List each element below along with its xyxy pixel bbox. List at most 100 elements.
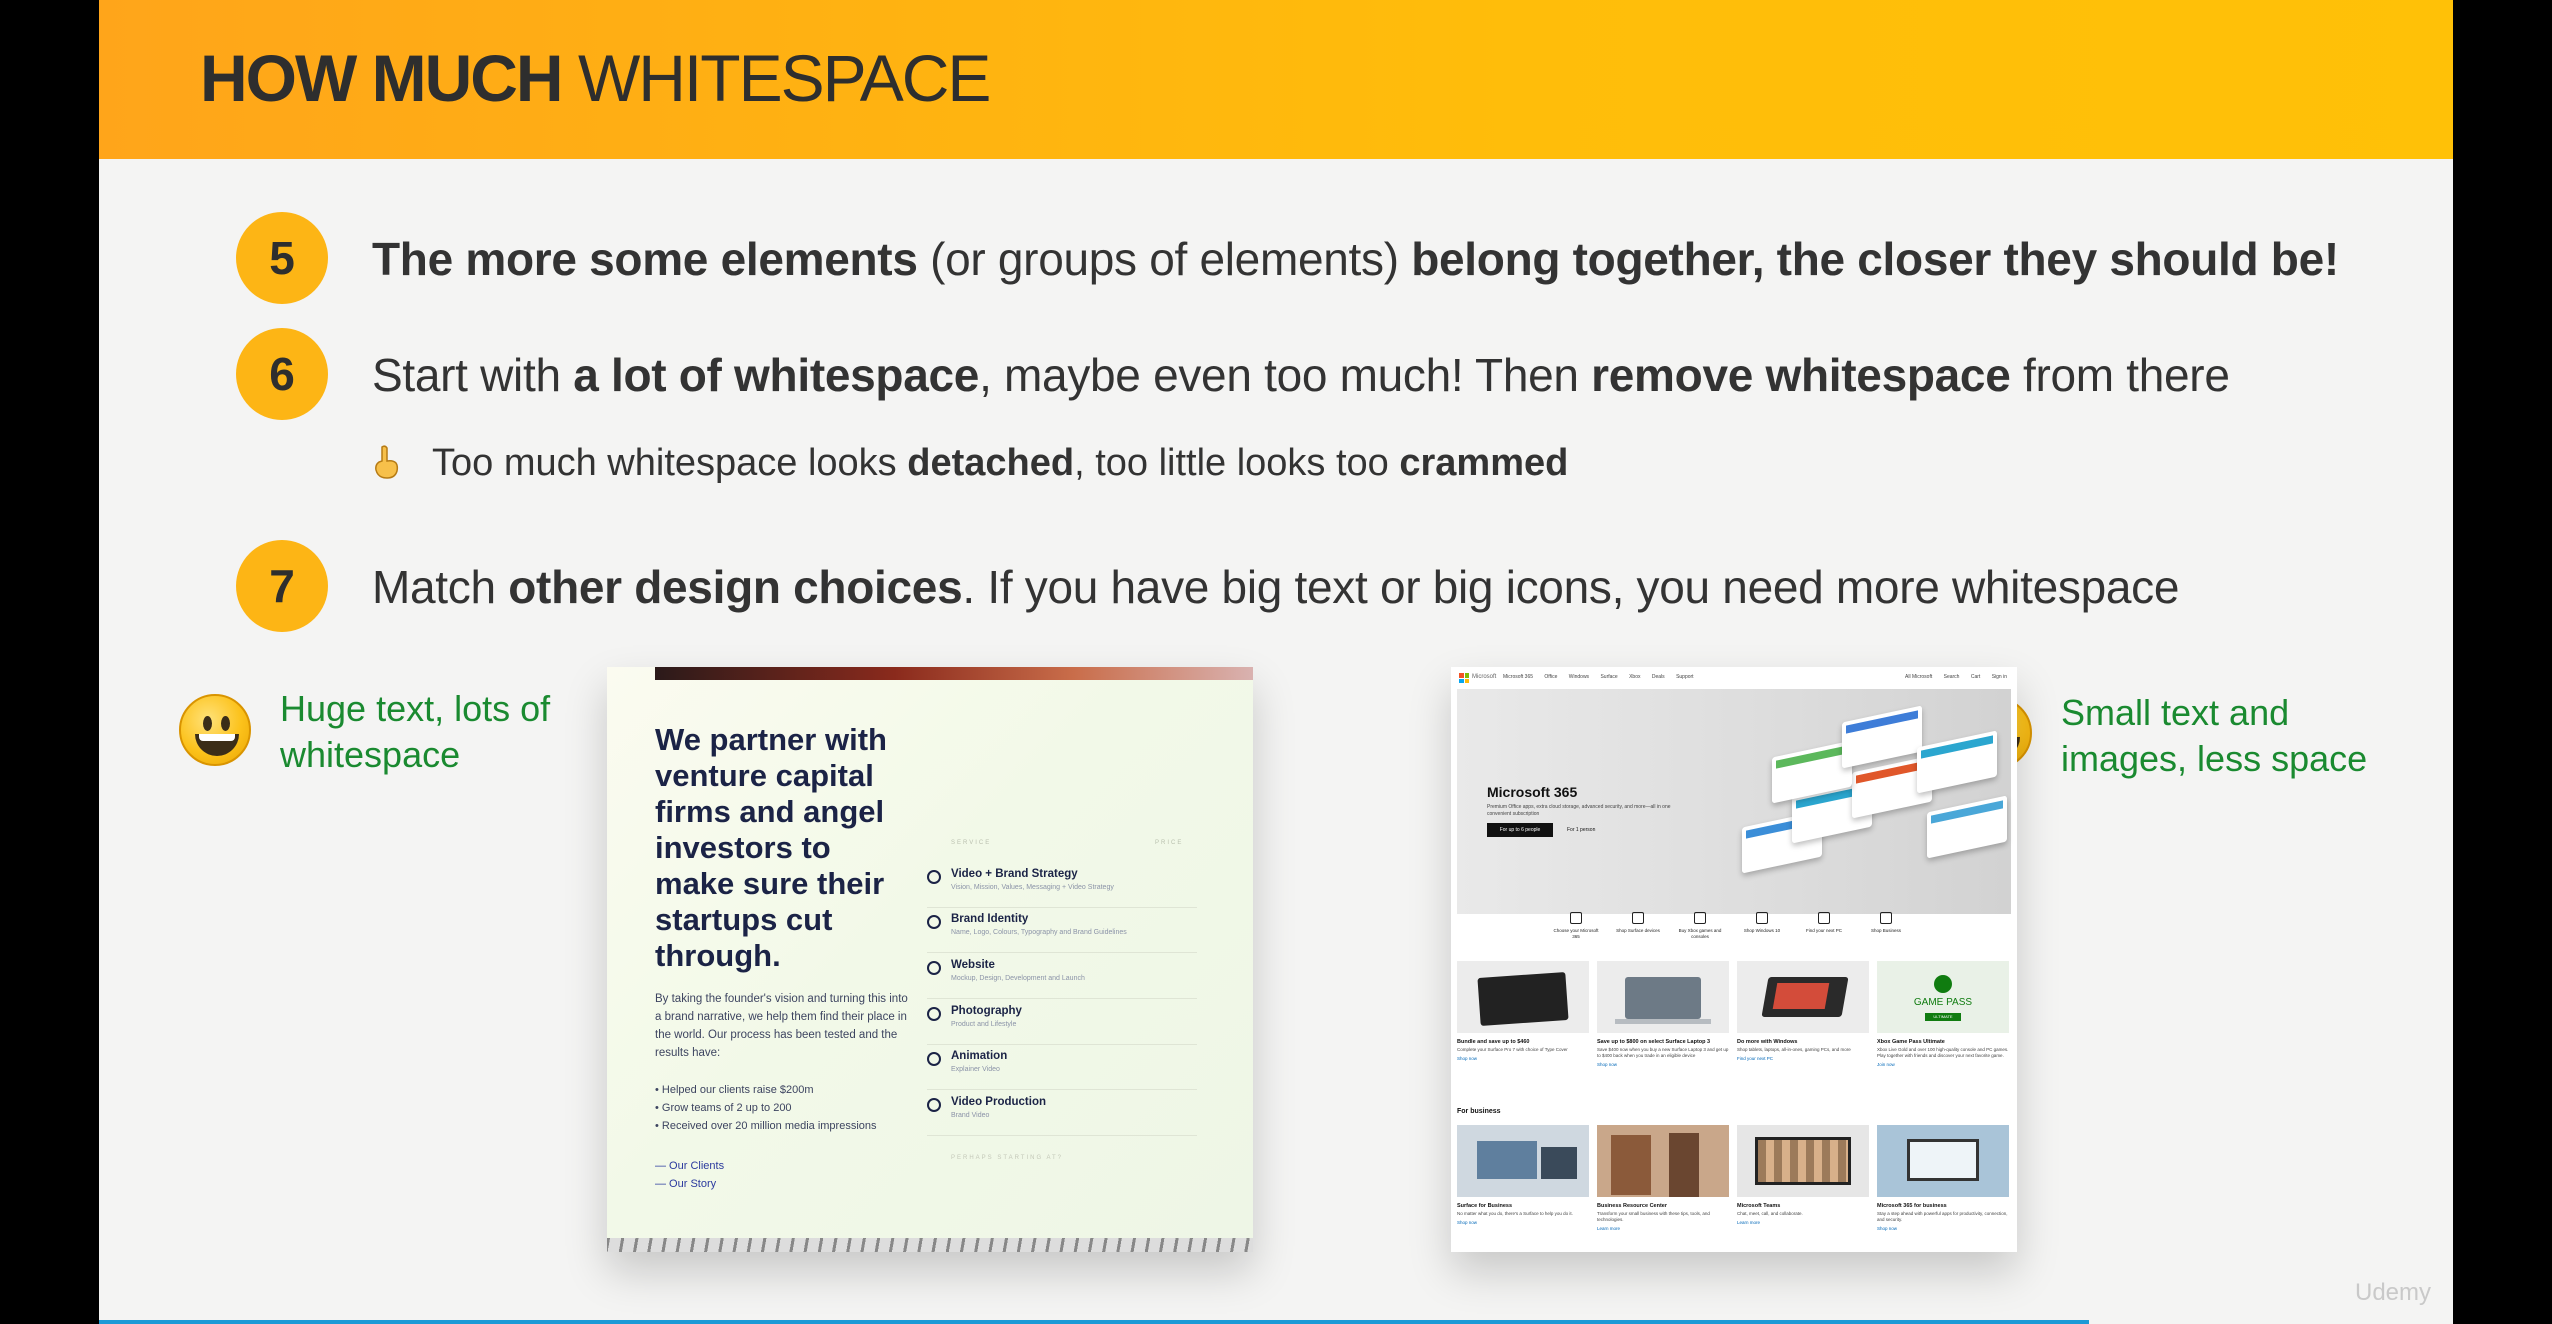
nav-item[interactable]: Office	[1544, 674, 1557, 680]
hero-title: Microsoft 365	[1487, 784, 1578, 800]
tile-link[interactable]: Learn more	[1597, 1226, 1729, 1231]
business-tile[interactable]: Microsoft 365 for business Stay a step a…	[1877, 1125, 2009, 1231]
microsoft-logo-icon[interactable]	[1459, 673, 1469, 683]
tile-desc: Save $400 now when you buy a new Surface…	[1597, 1047, 1729, 1058]
ms-nav-right: All Microsoft Search Cart Sign in	[1895, 674, 2007, 680]
product-tile[interactable]: Bundle and save up to $460 Complete your…	[1457, 961, 1589, 1061]
service-option[interactable]: Animation Explainer Video	[927, 1050, 1197, 1090]
game-pass-label: GAME PASS	[1913, 997, 1973, 1008]
radio-icon[interactable]	[927, 870, 941, 884]
title-bold: HOW MUCH	[200, 41, 564, 115]
tile-desc: No matter what you do, there's a Surface…	[1457, 1211, 1573, 1216]
product-image	[1737, 961, 1869, 1033]
nav-item[interactable]: Sign in	[1992, 674, 2007, 680]
windows-icon	[1570, 912, 1582, 924]
business-tile[interactable]: Microsoft Teams Chat, meet, call, and co…	[1737, 1125, 1869, 1225]
point-text: The more some elements (or groups of ele…	[372, 232, 2339, 286]
point-number-badge: 5	[236, 212, 328, 304]
video-progress-bar[interactable]	[99, 1320, 2089, 1324]
radio-icon[interactable]	[927, 915, 941, 929]
category-link[interactable]: Shop Business	[1861, 912, 1911, 934]
nav-item[interactable]: Windows	[1569, 674, 1589, 680]
nav-item[interactable]: Microsoft 365	[1503, 674, 1533, 680]
tile-link[interactable]: Shop now	[1877, 1226, 2009, 1231]
hero-secondary-link[interactable]: For 1 person	[1567, 823, 1595, 837]
agency-links: — Our Clients — Our Story	[655, 1157, 724, 1193]
point-text-part: remove whitespace	[1591, 349, 2011, 401]
business-tile[interactable]: Business Resource Center Transform your …	[1597, 1125, 1729, 1231]
nav-item[interactable]: Deals	[1652, 674, 1665, 680]
point-text-part: . If you have big text or big icons, you…	[962, 561, 2180, 613]
pointing-up-hand-icon	[375, 445, 399, 479]
radio-icon[interactable]	[927, 1098, 941, 1112]
service-option[interactable]: Brand Identity Name, Logo, Colours, Typo…	[927, 913, 1197, 953]
category-label: Choose your Microsoft 365	[1553, 928, 1599, 939]
service-option[interactable]: Video Production Brand Video	[927, 1096, 1197, 1136]
category-link[interactable]: Choose your Microsoft 365	[1551, 912, 1601, 940]
category-link[interactable]: Shop Windows 10	[1737, 912, 1787, 934]
for-business-heading: For business	[1457, 1108, 1501, 1115]
service-desc: Brand Video	[951, 1112, 990, 1119]
ms-nav-items: Microsoft 365 Office Windows Surface Xbo…	[1503, 674, 1704, 680]
tile-desc: Xbox Live Gold and over 100 high-quality…	[1877, 1047, 2009, 1058]
product-tile[interactable]: Do more with Windows Shop tablets, lapto…	[1737, 961, 1869, 1061]
caption-line: Huge text, lots of	[280, 688, 551, 729]
tile-desc: Complete your Surface Pro 7 with choice …	[1457, 1047, 1568, 1052]
tile-link[interactable]: Shop now	[1597, 1062, 1729, 1067]
tile-link[interactable]: Find your next PC	[1737, 1056, 1869, 1061]
tile-desc: Chat, meet, call, and collaborate.	[1737, 1211, 1803, 1216]
right-example-caption: Small text and images, less space	[2061, 690, 2367, 782]
point-text-part: from there	[2010, 349, 2230, 401]
nav-item[interactable]: Surface	[1600, 674, 1617, 680]
hero-desc: Premium Office apps, extra cloud storage…	[1487, 804, 1671, 817]
category-link[interactable]: Find your next PC	[1799, 912, 1849, 934]
business-image	[1877, 1125, 2009, 1197]
ms-category-row: Choose your Microsoft 365 Shop Surface d…	[1551, 912, 1911, 962]
point-text-part: a lot of whitespace	[573, 349, 980, 401]
hero-image-strip	[655, 667, 1253, 680]
service-option[interactable]: Photography Product and Lifestyle	[927, 1005, 1197, 1045]
nav-item[interactable]: All Microsoft	[1905, 674, 1932, 680]
agency-headline: We partner with venture capital firms an…	[655, 722, 887, 973]
service-desc: Vision, Mission, Values, Messaging + Vid…	[951, 884, 1114, 891]
our-clients-link[interactable]: — Our Clients	[655, 1157, 724, 1175]
our-story-link[interactable]: — Our Story	[655, 1175, 724, 1193]
hero-primary-button[interactable]: For up to 6 people	[1487, 823, 1553, 837]
product-tile[interactable]: Save up to $800 on select Surface Laptop…	[1597, 961, 1729, 1067]
service-title: Photography	[951, 1005, 1022, 1017]
tile-link[interactable]: Shop now	[1457, 1056, 1589, 1061]
business-image	[1457, 1125, 1589, 1197]
category-link[interactable]: Buy Xbox games and consoles	[1675, 912, 1725, 940]
service-column-label: SERVICE	[951, 840, 992, 846]
caption-line: whitespace	[280, 734, 461, 775]
tile-link[interactable]: Shop now	[1457, 1220, 1589, 1225]
service-option[interactable]: Video + Brand Strategy Vision, Mission, …	[927, 868, 1197, 908]
category-label: Shop Surface devices	[1616, 928, 1660, 933]
point-text-part: , maybe even too much! Then	[979, 349, 1592, 401]
service-option[interactable]: Website Mockup, Design, Development and …	[927, 959, 1197, 999]
radio-icon[interactable]	[927, 961, 941, 975]
service-desc: Explainer Video	[951, 1066, 1000, 1073]
point-text-part: Match	[372, 561, 509, 613]
tile-title: Surface for Business	[1457, 1203, 1513, 1209]
list-item: Helped our clients raise $200m	[655, 1081, 877, 1099]
tile-link[interactable]: Learn more	[1737, 1220, 1869, 1225]
product-tile[interactable]: GAME PASS ULTIMATE Xbox Game Pass Ultima…	[1877, 961, 2009, 1067]
nav-item[interactable]: Xbox	[1629, 674, 1640, 680]
radio-icon[interactable]	[927, 1052, 941, 1066]
business-image	[1597, 1125, 1729, 1197]
slide: HOW MUCH WHITESPACE 5 The more some elem…	[99, 0, 2453, 1324]
list-item: Received over 20 million media impressio…	[655, 1117, 877, 1135]
nav-item[interactable]: Cart	[1971, 674, 1980, 680]
tile-desc: Shop tablets, laptops, all-in-ones, gami…	[1737, 1047, 1851, 1052]
product-image	[1597, 961, 1729, 1033]
nav-item[interactable]: Search	[1944, 674, 1960, 680]
business-tile[interactable]: Surface for Business No matter what you …	[1457, 1125, 1589, 1225]
nav-item[interactable]: Support	[1676, 674, 1694, 680]
radio-icon[interactable]	[927, 1007, 941, 1021]
slide-header: HOW MUCH WHITESPACE	[99, 0, 2453, 159]
category-label: Shop Business	[1870, 928, 1902, 933]
category-link[interactable]: Shop Surface devices	[1613, 912, 1663, 934]
tile-link[interactable]: Join now	[1877, 1062, 2009, 1067]
service-title: Website	[951, 959, 995, 971]
